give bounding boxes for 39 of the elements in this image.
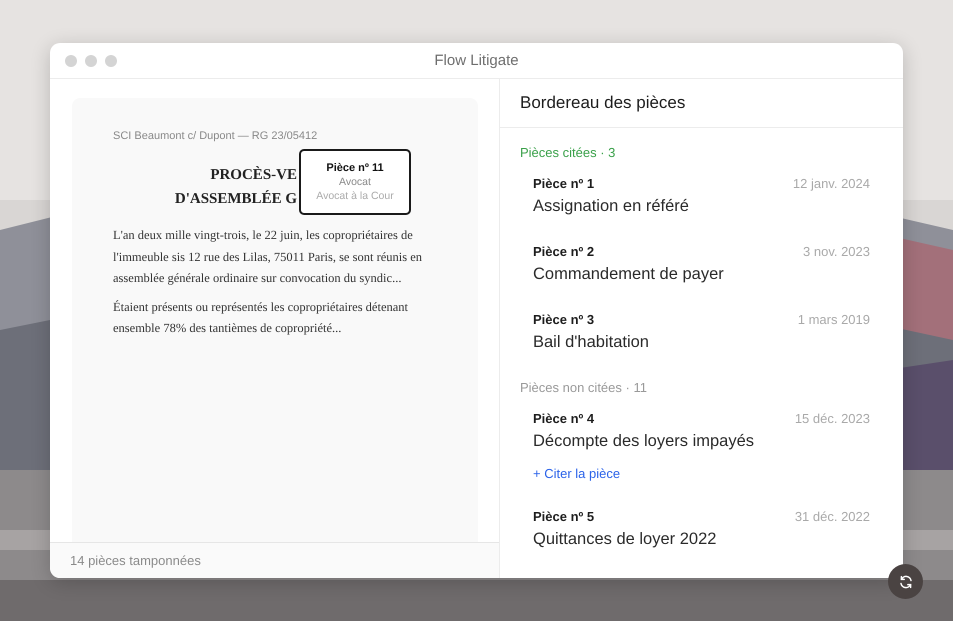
cite-link[interactable]: + Citer la pièce (533, 466, 620, 481)
refresh-icon (898, 574, 914, 590)
exhibit-title: Assignation en référé (533, 197, 690, 216)
section-label: Pièces citées · 3 (520, 145, 616, 160)
exhibit-title: Quittances de loyer 2022 (533, 530, 718, 549)
exhibit-item[interactable]: Pièce nº 3 1 mars 2019 Bail d'habitation (520, 312, 870, 352)
minimize-button[interactable] (85, 54, 97, 66)
exhibit-number: Pièce nº 1 (533, 176, 594, 191)
document-paragraph: Étaient présents ou représentés les copropriétaires détenant ensemble 78% des tantièmes de copropriété... (113, 298, 410, 337)
document-paragraph: L'an deux mille vingt-trois, le 22 juin, les copropriétaires de l'immeuble sis 12 rue des Lilas, 75011 Paris, se sont réunis en assemblée générale ordinaire sur convocation du syndic... (113, 227, 424, 287)
exhibit-date: 1 mars 2019 (798, 312, 870, 327)
exhibit-title: Bail d'habitation (533, 333, 650, 352)
panel-title: Bordereau des pièces (520, 93, 686, 113)
exhibit-date: 12 janv. 2024 (792, 176, 870, 191)
exhibit-date: 15 déc. 2023 (794, 411, 870, 426)
exhibit-item[interactable]: Pièce nº 4 15 déc. 2023 Décompte des loyers impayés + Citer la pièce (520, 411, 870, 481)
stamp-title: Pièce nº 11 (326, 162, 384, 174)
exhibit-date: 31 déc. 2022 (794, 509, 870, 524)
exhibit-title: Commandement de payer (533, 265, 725, 284)
exhibit-item[interactable]: Pièce nº 1 12 janv. 2024 Assignation en référé (520, 176, 870, 216)
exhibit-item[interactable]: Pièce nº 5 31 déc. 2022 Quittances de loyer 2022 (520, 509, 870, 549)
exhibit-number: Pièce nº 5 (533, 509, 594, 524)
close-button[interactable] (65, 54, 77, 66)
zoom-button[interactable] (105, 54, 117, 66)
section-label: Pièces non citées · 11 (520, 380, 648, 395)
exhibit-title: Décompte des loyers impayés (533, 432, 756, 451)
stamp[interactable]: Pièce nº 11 Avocat Avocat à la Cour (299, 149, 411, 215)
exhibit-number: Pièce nº 4 (533, 411, 594, 426)
window-title: Flow Litigate (433, 52, 520, 69)
exhibit-number: Pièce nº 2 (533, 244, 594, 259)
stamp-subtitle: Avocat à la Cour (316, 190, 394, 202)
exhibit-number: Pièce nº 3 (533, 312, 594, 327)
status-text: 14 pièces tamponnées (70, 553, 201, 568)
document-title: PROCÈS-VE (210, 165, 297, 185)
case-reference: SCI Beaumont c/ Dupont — RG 23/05412 (113, 130, 318, 142)
exhibit-item[interactable]: Pièce nº 2 3 nov. 2023 Commandement de payer (520, 244, 870, 284)
stamp-role: Avocat (339, 176, 371, 188)
document-title: D'ASSEMBLÉE G (174, 189, 297, 209)
exhibit-date: 3 nov. 2023 (803, 244, 870, 259)
